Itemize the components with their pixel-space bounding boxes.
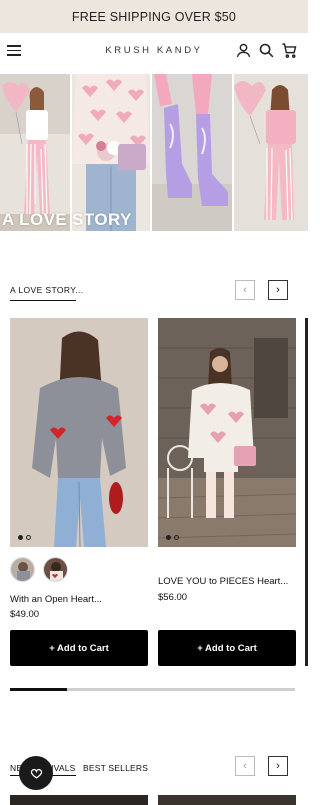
color-swatch-1[interactable] <box>10 557 35 582</box>
image-pagination-dots <box>166 535 179 540</box>
section-title-underline <box>10 300 76 301</box>
carousel-next-button[interactable]: › <box>268 280 288 300</box>
hero-overlay-text: A LOVE STORY <box>2 210 132 229</box>
hero-image-heart-sweater <box>72 74 150 231</box>
carousel-scrollbar[interactable] <box>10 688 295 691</box>
hero-banner[interactable]: A LOVE STORY <box>0 74 308 231</box>
product-price-1: $49.00 <box>10 609 40 620</box>
carousel-scrollbar-thumb[interactable] <box>10 688 67 691</box>
next-product-image-2 <box>158 795 296 805</box>
carousel-prev-button[interactable]: ‹ <box>235 280 255 300</box>
color-swatch-2[interactable] <box>43 557 68 582</box>
product-image-1[interactable] <box>10 318 148 547</box>
tabs-next-button[interactable]: › <box>268 756 288 776</box>
hero-image-pink-cardigan <box>234 74 308 231</box>
next-product-image-1 <box>10 795 148 805</box>
search-icon[interactable] <box>258 42 275 59</box>
announcement-text: FREE SHIPPING OVER $50 <box>71 9 237 24</box>
product-image-2[interactable] <box>158 318 296 547</box>
next-product-card-edge[interactable] <box>305 318 308 666</box>
chevron-left-icon: ‹ <box>243 284 247 296</box>
cart-icon[interactable] <box>281 42 298 59</box>
product-card-1[interactable] <box>10 318 148 547</box>
account-icon[interactable] <box>235 42 252 59</box>
image-pagination-dots <box>18 535 31 540</box>
chevron-left-icon: ‹ <box>243 760 247 772</box>
add-to-cart-button-1[interactable]: + Add to Cart <box>10 630 148 666</box>
add-to-cart-button-2[interactable]: + Add to Cart <box>158 630 296 666</box>
chevron-right-icon: › <box>276 760 280 772</box>
wishlist-button[interactable] <box>19 756 53 790</box>
site-header: KRUSH KANDY <box>0 33 308 69</box>
heart-icon <box>30 768 42 779</box>
hero-image-purple-boots <box>152 74 232 231</box>
section-title[interactable]: A LOVE STORY... <box>10 285 84 295</box>
product-title-2[interactable]: LOVE YOU to PIECES Heart... <box>158 576 288 587</box>
tabs-prev-button[interactable]: ‹ <box>235 756 255 776</box>
chevron-right-icon: › <box>276 284 280 296</box>
hero-image-heart-balloon <box>0 74 70 231</box>
product-card-2[interactable] <box>158 318 296 547</box>
announcement-bar: FREE SHIPPING OVER $50 <box>0 0 308 33</box>
product-price-2: $56.00 <box>158 592 188 603</box>
tab-best-sellers[interactable]: BEST SELLERS <box>83 763 148 773</box>
product-title-1[interactable]: With an Open Heart... <box>10 594 102 605</box>
